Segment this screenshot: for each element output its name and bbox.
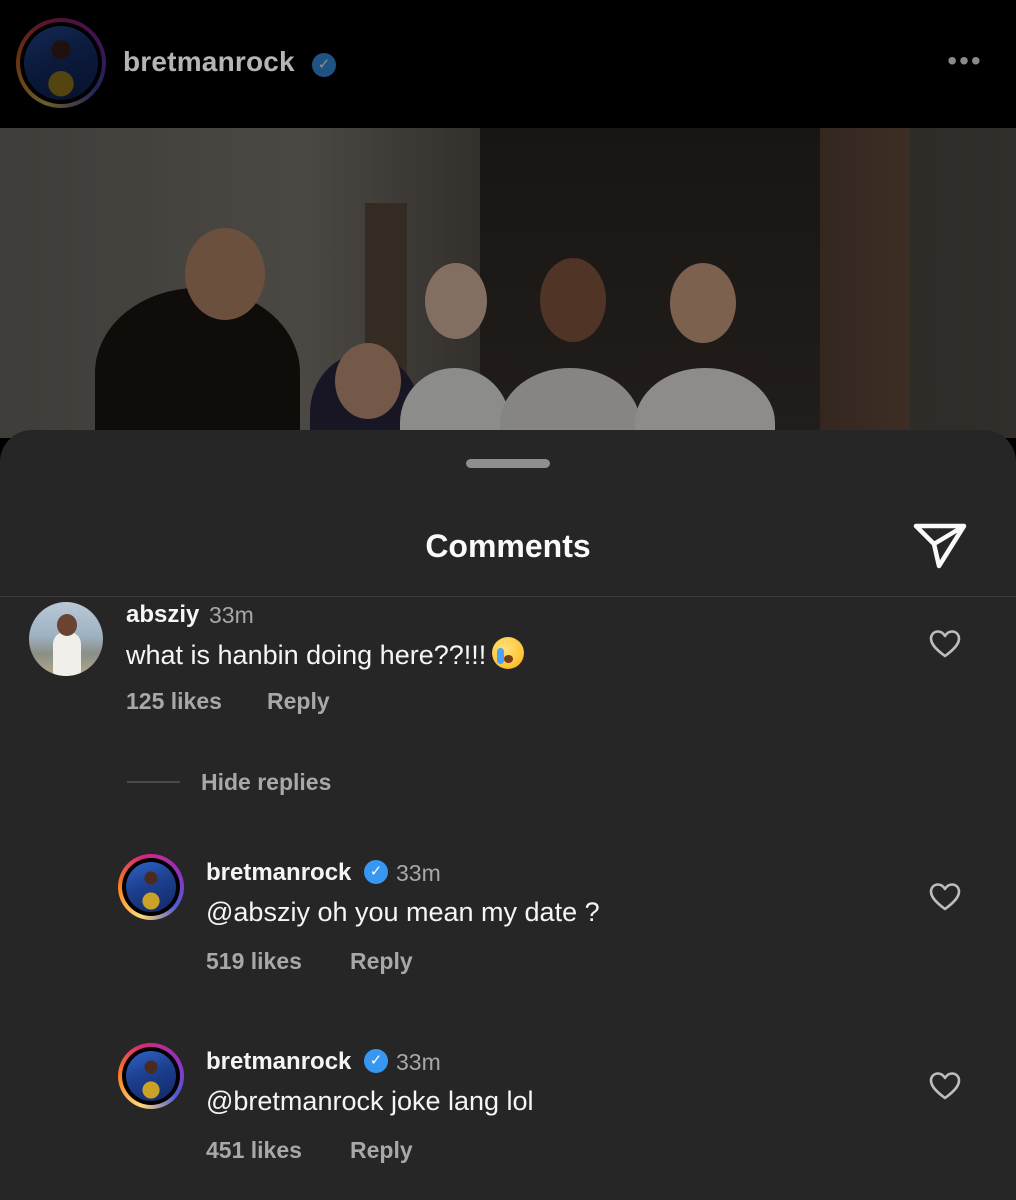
reply-time: 33m <box>396 1049 441 1075</box>
comments-sheet: Comments absziy 33m what is hanbin doing… <box>0 430 1016 1200</box>
comment-reply-button[interactable]: Reply <box>267 688 330 715</box>
reply-likes[interactable]: 451 likes <box>206 1137 302 1164</box>
comment-avatar[interactable] <box>29 602 103 676</box>
verified-badge-icon: ✓ <box>364 1049 388 1073</box>
verified-badge-icon: ✓ <box>364 860 388 884</box>
comment-text: what is hanbin doing here??!!! <box>126 637 525 671</box>
comment-username[interactable]: absziy <box>126 601 199 629</box>
comment-time: 33m <box>209 602 254 628</box>
comment-likes[interactable]: 125 likes <box>126 688 222 715</box>
heart-icon[interactable] <box>929 629 961 659</box>
reply-avatar[interactable] <box>118 854 184 920</box>
hide-replies-button[interactable]: Hide replies <box>201 769 331 796</box>
heart-icon[interactable] <box>929 882 961 912</box>
reply-likes[interactable]: 519 likes <box>206 948 302 975</box>
reply-text: @bretmanrock joke lang lol <box>206 1086 534 1116</box>
more-options-icon[interactable]: ••• <box>942 46 988 82</box>
reply-text: @absziy oh you mean my date ? <box>206 897 600 927</box>
post-header: bretmanrock ✓ ••• <box>0 0 1016 128</box>
post-photo <box>0 128 1016 438</box>
reply-reply-button[interactable]: Reply <box>350 948 413 975</box>
sheet-divider <box>0 596 1016 597</box>
post-author-avatar[interactable] <box>16 18 106 108</box>
reply-avatar[interactable] <box>118 1043 184 1109</box>
reply-username[interactable]: bretmanrock <box>206 859 351 887</box>
reply-reply-button[interactable]: Reply <box>350 1137 413 1164</box>
post-author-username[interactable]: bretmanrock <box>123 46 295 78</box>
send-icon[interactable] <box>912 518 968 570</box>
hide-replies-line <box>127 781 180 783</box>
sheet-drag-handle[interactable] <box>466 459 550 468</box>
reply-username[interactable]: bretmanrock <box>206 1048 351 1076</box>
verified-badge-icon: ✓ <box>312 53 336 77</box>
loudly-crying-face-icon <box>492 637 525 669</box>
sheet-title: Comments <box>425 528 591 564</box>
reply-time: 33m <box>396 860 441 886</box>
heart-icon[interactable] <box>929 1071 961 1101</box>
